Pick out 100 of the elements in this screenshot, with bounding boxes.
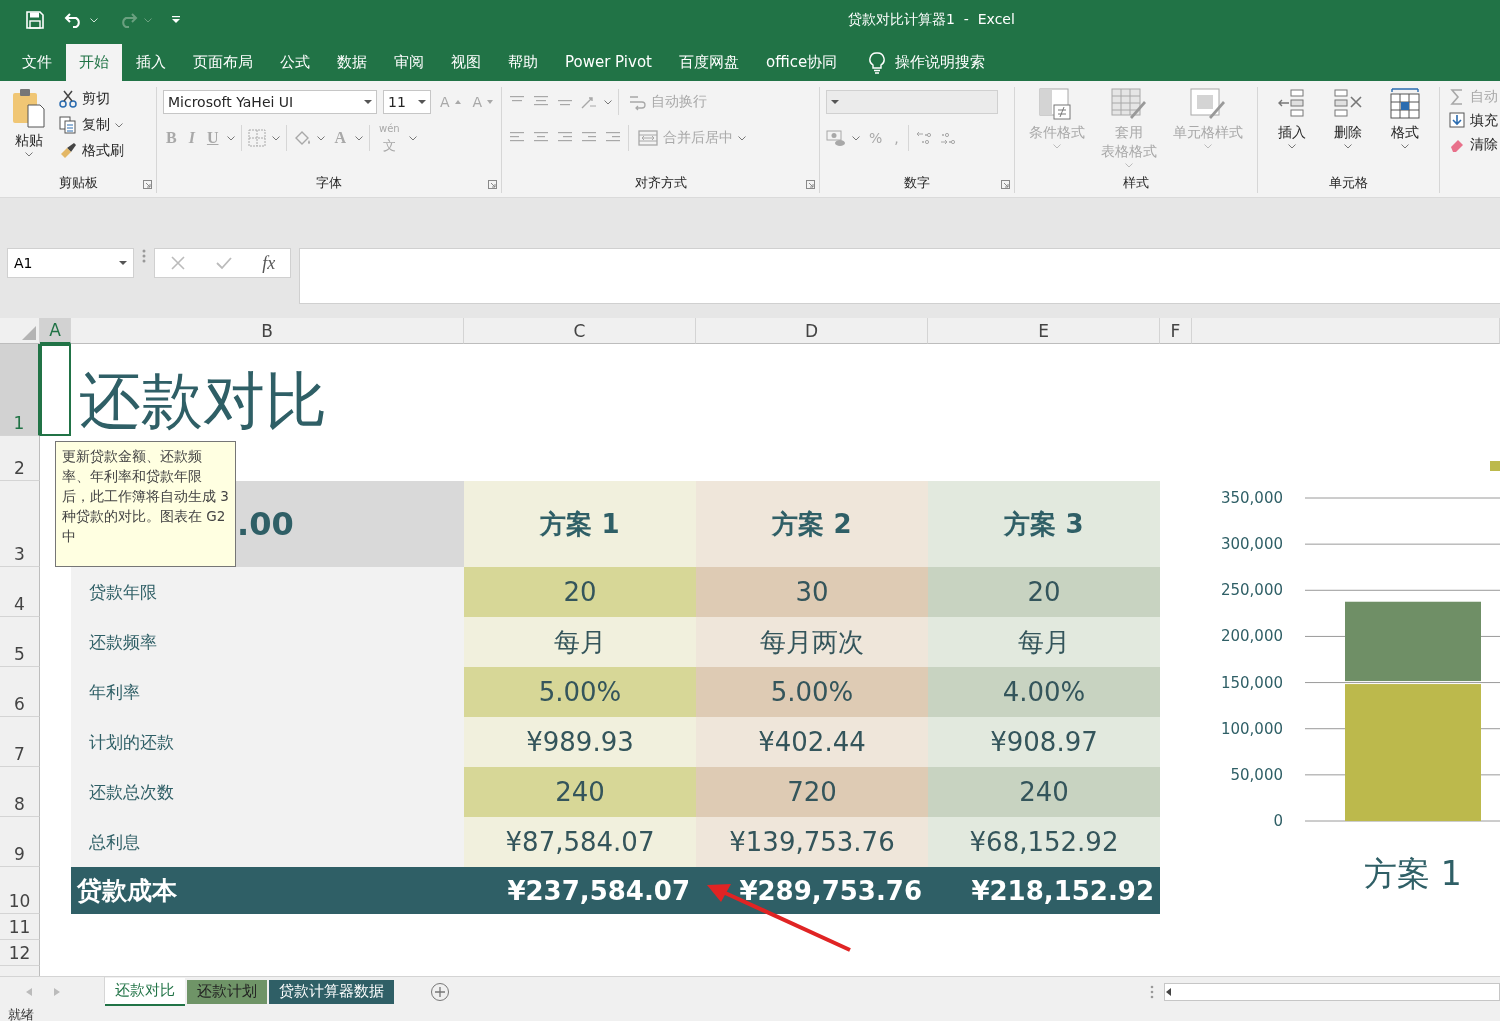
select-all-icon[interactable] bbox=[22, 326, 36, 340]
enter-icon bbox=[215, 255, 233, 271]
caret-icon bbox=[1344, 144, 1353, 149]
row-header[interactable]: 11 bbox=[0, 914, 40, 940]
column-header[interactable]: B bbox=[71, 318, 464, 344]
ribbon-tab[interactable]: office协同 bbox=[752, 44, 851, 81]
sum-icon bbox=[1449, 88, 1465, 106]
column-header[interactable]: E bbox=[928, 318, 1160, 344]
ribbon-tab[interactable]: 帮助 bbox=[495, 44, 551, 81]
caret-icon bbox=[408, 135, 417, 141]
table-cell: 20 bbox=[464, 567, 696, 617]
column-header[interactable]: A bbox=[40, 318, 71, 344]
row-header[interactable]: 2 bbox=[0, 436, 40, 481]
sheet-tab[interactable]: 贷款计算器数据 bbox=[269, 979, 394, 1004]
row-header[interactable]: 12 bbox=[0, 940, 40, 966]
customize-icon[interactable] bbox=[172, 16, 180, 24]
column-heading: 方案 1 bbox=[464, 481, 696, 567]
ribbon-tab[interactable]: 文件 bbox=[9, 44, 65, 81]
column-header[interactable]: C bbox=[464, 318, 696, 344]
name-box[interactable]: A1 bbox=[7, 248, 134, 278]
group-label: 样式 bbox=[1123, 174, 1149, 192]
formula-input[interactable] bbox=[299, 248, 1500, 304]
row-label: 年利率 bbox=[71, 667, 464, 717]
caret-icon bbox=[355, 135, 364, 141]
table-cell: ¥289,753.76 bbox=[696, 867, 928, 914]
axis-tick-label: 50,000 bbox=[1230, 765, 1283, 784]
ribbon-tab[interactable]: 开始 bbox=[66, 44, 122, 81]
ribbon-button[interactable]: 填充 bbox=[1446, 111, 1500, 131]
cell-styles-icon bbox=[1189, 87, 1227, 121]
fill-down-icon bbox=[1449, 112, 1465, 130]
legend-marker bbox=[1490, 461, 1500, 471]
table-cell: 每月两次 bbox=[696, 617, 928, 667]
caret-icon bbox=[738, 135, 746, 141]
caret-icon bbox=[115, 122, 123, 128]
row-header[interactable]: 3 bbox=[0, 481, 40, 567]
ribbon-tab[interactable]: 公式 bbox=[267, 44, 323, 81]
caret-icon bbox=[1400, 144, 1409, 149]
ribbon-tab[interactable]: 视图 bbox=[438, 44, 494, 81]
axis-tick-label: 250,000 bbox=[1220, 581, 1283, 600]
group-label: 剪贴板 bbox=[58, 174, 98, 192]
caret-icon bbox=[1125, 163, 1133, 168]
insert-function-button[interactable]: fx bbox=[262, 252, 276, 274]
save-icon[interactable] bbox=[26, 11, 44, 29]
axis-tick-label: 150,000 bbox=[1220, 673, 1283, 692]
caret-icon bbox=[1204, 144, 1212, 149]
paintbrush-icon bbox=[59, 142, 77, 160]
caret-icon bbox=[272, 135, 281, 141]
column-header[interactable]: D bbox=[696, 318, 928, 344]
column-header[interactable]: F bbox=[1160, 318, 1192, 344]
row-header[interactable]: 7 bbox=[0, 717, 40, 767]
table-cell: 240 bbox=[464, 767, 696, 817]
paste-button[interactable]: 粘贴 bbox=[6, 87, 52, 173]
axis-tick-label: 300,000 bbox=[1220, 535, 1283, 554]
status-text: 就绪 bbox=[8, 1006, 34, 1021]
row-label: 还款总次数 bbox=[71, 767, 464, 817]
sheet-tab[interactable]: 还款计划 bbox=[187, 979, 267, 1004]
ribbon-button[interactable]: 清除 bbox=[1446, 135, 1500, 155]
row-header[interactable]: 6 bbox=[0, 667, 40, 717]
bar[interactable] bbox=[1345, 601, 1481, 682]
table-cell: 5.00% bbox=[464, 667, 696, 717]
ribbon-tab[interactable]: Power Pivot bbox=[552, 44, 665, 81]
ribbon-tab[interactable]: 页面布局 bbox=[180, 44, 266, 81]
tell-me-search[interactable]: 操作说明搜索 bbox=[869, 44, 986, 81]
ribbon-tab[interactable]: 插入 bbox=[123, 44, 179, 81]
dialog-launcher-icon[interactable] bbox=[143, 180, 152, 189]
row-label: 贷款年限 bbox=[71, 567, 464, 617]
sheet-tab[interactable]: 还款对比 bbox=[105, 977, 185, 1006]
table-cell: 每月 bbox=[928, 617, 1160, 667]
table-cell: 4.00% bbox=[928, 667, 1160, 717]
horizontal-scrollbar[interactable] bbox=[1164, 982, 1500, 1001]
more-icon bbox=[1150, 984, 1154, 999]
formula-buttons-panel[interactable]: fx bbox=[154, 248, 291, 278]
scroll-left-icon[interactable] bbox=[1165, 987, 1173, 996]
row-header[interactable]: 10 bbox=[0, 867, 40, 914]
format-painter-button[interactable]: 格式刷 bbox=[56, 141, 127, 161]
row-header[interactable]: 9 bbox=[0, 817, 40, 867]
axis-tick-label: 0 bbox=[1273, 812, 1283, 830]
ribbon-button[interactable]: 格式 bbox=[1382, 87, 1427, 173]
row-label: 还款频率 bbox=[71, 617, 464, 667]
row-header[interactable]: 1 bbox=[0, 344, 40, 436]
active-cell[interactable] bbox=[40, 344, 71, 436]
row-header[interactable]: 8 bbox=[0, 767, 40, 817]
ribbon-button[interactable]: 删除 bbox=[1326, 87, 1371, 173]
table-cell: ¥139,753.76 bbox=[696, 817, 928, 867]
ribbon-tab[interactable]: 数据 bbox=[324, 44, 380, 81]
row-header[interactable]: 4 bbox=[0, 567, 40, 617]
ribbon-button[interactable]: 插入 bbox=[1270, 87, 1315, 173]
ribbon-tab[interactable]: 百度网盘 bbox=[665, 44, 752, 81]
scroll-right-icon[interactable] bbox=[54, 987, 60, 996]
category-label: 方案 1 bbox=[1364, 854, 1462, 893]
format-cells-icon bbox=[1387, 87, 1422, 121]
group-label: 字体 bbox=[316, 174, 342, 192]
copy-button[interactable]: 复制 bbox=[56, 115, 127, 135]
cut-button[interactable]: 剪切 bbox=[56, 89, 127, 109]
caret-icon bbox=[227, 135, 236, 141]
caret-icon bbox=[144, 17, 152, 23]
ribbon-tab[interactable]: 审阅 bbox=[381, 44, 437, 81]
row-header[interactable]: 5 bbox=[0, 617, 40, 667]
add-sheet-icon[interactable] bbox=[430, 981, 450, 1002]
table-cell: 240 bbox=[928, 767, 1160, 817]
